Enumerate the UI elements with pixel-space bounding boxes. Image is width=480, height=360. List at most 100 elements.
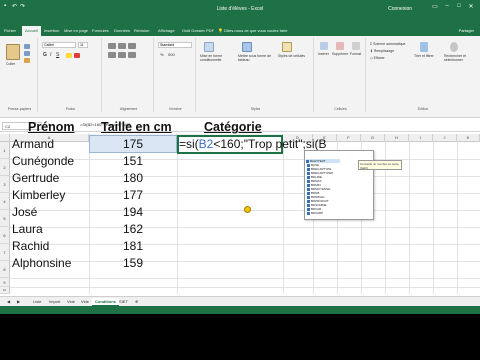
underline-icon[interactable]: S — [56, 52, 59, 58]
row-header[interactable]: 2 — [0, 159, 10, 176]
format-table-icon[interactable] — [242, 42, 252, 52]
sheet-tab-active[interactable]: Conditions — [92, 298, 119, 306]
row-header[interactable]: 5 — [0, 210, 10, 227]
row-header[interactable]: 7 — [0, 244, 10, 261]
tab-data[interactable]: Données — [114, 28, 130, 33]
tab-view[interactable]: Affichage — [158, 28, 175, 33]
find-select-icon[interactable] — [450, 42, 458, 52]
tab-insert[interactable]: Insertion — [44, 28, 59, 33]
name-cell[interactable]: Kimberley — [12, 188, 65, 202]
name-cell[interactable]: Armand — [12, 137, 54, 151]
sheet-tab[interactable]: Import — [46, 298, 63, 305]
insert-cells-icon[interactable] — [320, 42, 328, 50]
column-header[interactable]: H — [385, 134, 409, 142]
height-cell[interactable]: 194 — [89, 205, 177, 219]
font-name-select[interactable]: Calibri — [42, 42, 76, 48]
add-sheet-icon[interactable]: ⊕ — [132, 298, 141, 305]
height-cell[interactable]: 180 — [89, 171, 177, 185]
header-prenom[interactable]: Prénom — [28, 120, 75, 134]
sort-filter-icon[interactable] — [420, 42, 428, 52]
row-header[interactable]: 3 — [0, 176, 10, 193]
formula-ref: B2 — [198, 137, 214, 151]
autocomplete-item[interactable]: BDVARP — [307, 211, 323, 215]
font-color-icon[interactable] — [74, 53, 80, 58]
sheet-nav-prev-icon[interactable]: ◀ — [4, 298, 13, 305]
height-cell[interactable]: 181 — [89, 239, 177, 253]
tab-home[interactable]: Accueil — [22, 26, 41, 36]
clear-button[interactable]: ◇ Effacer — [370, 56, 385, 60]
cut-icon[interactable] — [24, 44, 30, 49]
align-bottom-icon[interactable] — [128, 43, 136, 49]
italic-icon[interactable]: I — [50, 52, 51, 58]
paste-icon[interactable] — [6, 44, 20, 60]
sheet-tab[interactable]: SIET — [116, 298, 131, 305]
sheet-tab[interactable]: Vide — [78, 298, 92, 305]
row-header[interactable]: 9 — [0, 278, 10, 287]
cell-styles-icon[interactable] — [282, 42, 292, 52]
ribbon-options-icon[interactable]: ▭ — [430, 3, 440, 10]
align-center-icon[interactable] — [118, 52, 126, 58]
height-cell[interactable]: 177 — [89, 188, 177, 202]
column-header[interactable]: J — [433, 134, 457, 142]
fill-color-icon[interactable] — [66, 53, 72, 58]
name-cell[interactable]: Cunégonde — [12, 154, 74, 168]
align-top-icon[interactable] — [108, 43, 116, 49]
minimize-icon[interactable]: – — [442, 3, 452, 9]
maximize-icon[interactable]: □ — [454, 3, 464, 9]
insert-label: Insérer — [318, 52, 329, 56]
copy-icon[interactable] — [24, 51, 30, 56]
format-painter-icon[interactable] — [24, 58, 30, 63]
header-categorie[interactable]: Catégorie — [204, 120, 262, 134]
user-signin[interactable]: Connexion — [388, 6, 412, 12]
height-cell[interactable]: 175 — [89, 137, 177, 151]
font-size-select[interactable]: 11 — [78, 42, 88, 48]
autosum-label: Somme automatique — [373, 42, 406, 46]
height-cell[interactable]: 162 — [89, 222, 177, 236]
format-cells-icon[interactable] — [352, 42, 360, 50]
sheet-nav-next-icon[interactable]: ▶ — [14, 298, 23, 305]
autocomplete-item-label: BDVARP — [311, 211, 324, 215]
name-cell[interactable]: Gertrude — [12, 171, 59, 185]
percent-icon[interactable]: % — [160, 52, 164, 57]
fill-button[interactable]: ⬇ Remplissage — [370, 49, 394, 53]
sheet-tab[interactable]: Vide — [64, 298, 78, 305]
tell-me-search[interactable]: 💡 Dites-nous ce que vous voulez faire — [218, 28, 287, 33]
row-header[interactable]: 1 — [0, 142, 10, 159]
align-right-icon[interactable] — [128, 52, 136, 58]
header-taille[interactable]: Taille en cm — [101, 120, 172, 134]
row-header[interactable]: 4 — [0, 193, 10, 210]
align-middle-icon[interactable] — [118, 43, 126, 49]
row-header[interactable]: 8 — [0, 261, 10, 278]
tab-page-layout[interactable]: Mise en page — [64, 28, 88, 33]
select-all-corner[interactable] — [0, 134, 10, 142]
align-left-icon[interactable] — [108, 52, 116, 58]
group-font: Calibri 11 G I S Police — [40, 38, 102, 112]
share-button[interactable]: Partager — [459, 28, 474, 33]
name-cell[interactable]: José — [12, 205, 37, 219]
sheet-tab[interactable]: Liste — [30, 298, 44, 305]
column-header[interactable]: K — [457, 134, 480, 142]
row-header[interactable]: 10 — [0, 287, 10, 294]
thousands-icon[interactable]: 000 — [168, 52, 175, 57]
close-icon[interactable]: ✕ — [466, 3, 476, 10]
row-header[interactable]: 6 — [0, 227, 10, 244]
conditional-formatting-icon[interactable] — [204, 42, 214, 52]
number-format-select[interactable]: Standard — [158, 42, 192, 48]
name-cell[interactable]: Rachid — [12, 239, 49, 253]
name-cell[interactable]: Alphonsine — [12, 256, 71, 270]
sheet-tab-bar: ◀ ▶ Liste Import Vide Vide Conditions SI… — [0, 296, 480, 306]
formula-in-cell[interactable]: =si(B2<160;"Trop petit";si(B — [179, 137, 327, 151]
column-header[interactable]: I — [409, 134, 433, 142]
tab-pdf[interactable]: Outil Dossier PDF — [182, 28, 214, 33]
column-header[interactable]: G — [361, 134, 385, 142]
delete-cells-icon[interactable] — [336, 42, 344, 50]
tab-formulas[interactable]: Formules — [92, 28, 109, 33]
tab-file[interactable]: Fichier — [4, 28, 16, 33]
name-cell[interactable]: Laura — [12, 222, 43, 236]
height-cell[interactable]: 159 — [89, 256, 177, 270]
bold-icon[interactable]: G — [43, 52, 47, 58]
autosum-button[interactable]: Σ Somme automatique — [370, 42, 405, 46]
height-cell[interactable]: 151 — [89, 154, 177, 168]
column-header[interactable]: F — [337, 134, 361, 142]
tab-review[interactable]: Révision — [134, 28, 149, 33]
